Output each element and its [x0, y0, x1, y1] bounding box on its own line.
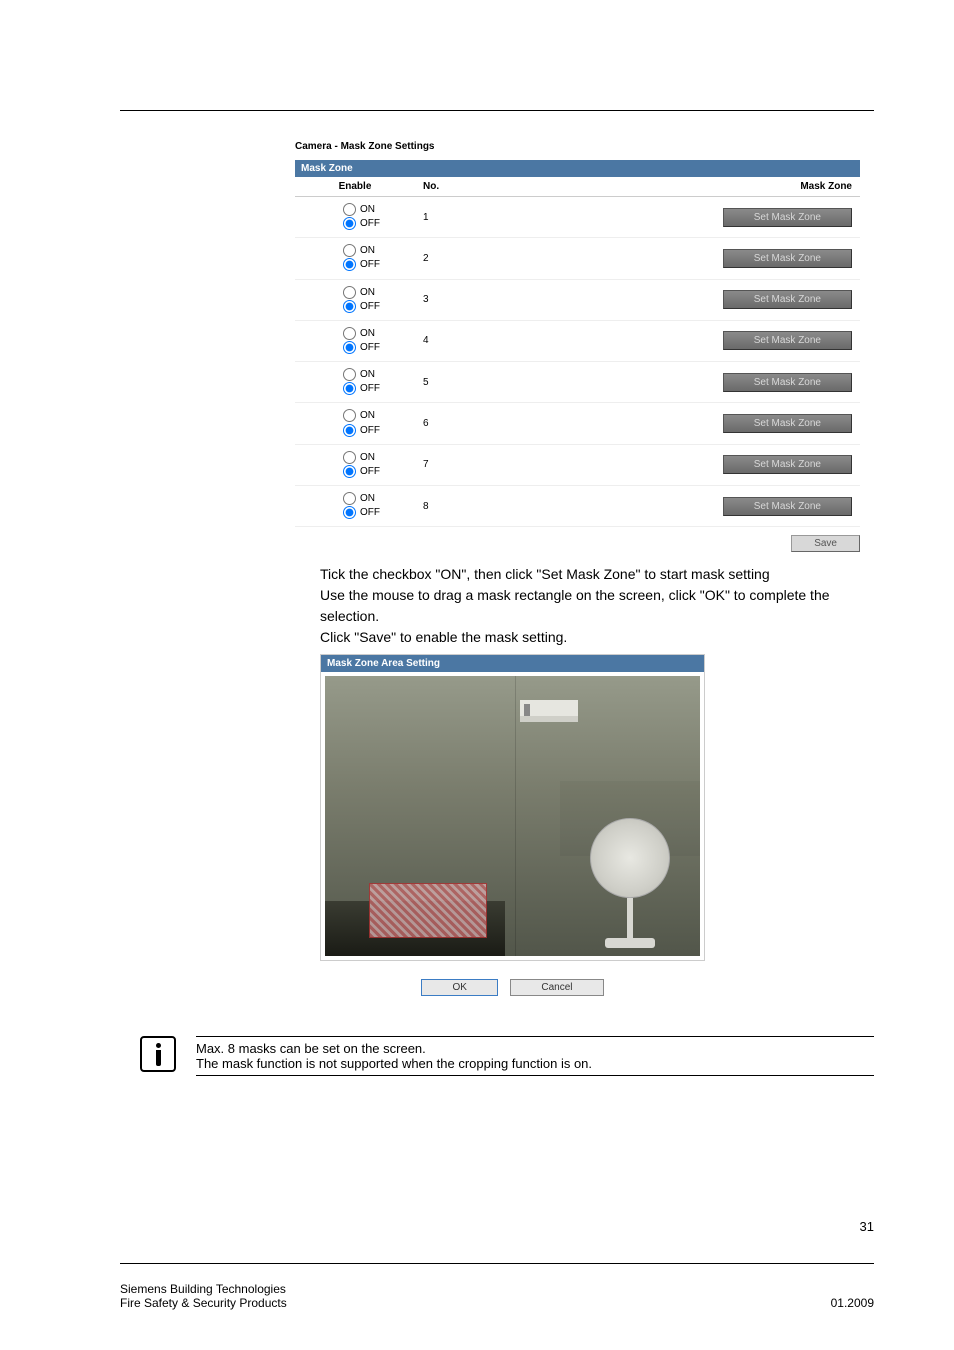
radio-on[interactable]: ON — [343, 451, 407, 465]
mask-zone-table: Enable No. Mask Zone ONOFF1Set Mask Zone… — [295, 177, 860, 527]
radio-off[interactable]: OFF — [343, 506, 407, 520]
row-number: 6 — [415, 403, 595, 444]
set-mask-zone-button[interactable]: Set Mask Zone — [723, 497, 852, 516]
table-row: ONOFF 2 Set Mask Zone — [295, 238, 860, 279]
instructions-block: Tick the checkbox "ON", then click "Set … — [320, 564, 874, 648]
header-rule — [120, 110, 874, 111]
table-row: ONOFF 1 Set Mask Zone — [295, 197, 860, 238]
table-row: ONOFF 5 Set Mask Zone — [295, 362, 860, 403]
fan — [580, 818, 680, 948]
header-enable: Enable — [295, 177, 415, 197]
radio-on[interactable]: ON — [343, 409, 407, 423]
mask-zone-settings-screenshot: Camera - Mask Zone Settings Mask Zone En… — [295, 141, 860, 552]
cancel-button[interactable]: Cancel — [510, 979, 603, 996]
radio-off[interactable]: OFF — [343, 424, 407, 438]
radio-on[interactable]: ON — [343, 368, 407, 382]
instruction-line-3: Click "Save" to enable the mask setting. — [320, 627, 874, 648]
mask-zone-area-screenshot: Mask Zone Area Setting — [320, 654, 705, 961]
radio-off[interactable]: OFF — [343, 258, 407, 272]
radio-on[interactable]: ON — [343, 244, 407, 258]
radio-on[interactable]: ON — [343, 203, 407, 217]
instruction-line-1: Tick the checkbox "ON", then click "Set … — [320, 564, 874, 585]
table-row: ONOFF 7 Set Mask Zone — [295, 444, 860, 485]
set-mask-zone-button[interactable]: Set Mask Zone — [723, 331, 852, 350]
note-block: Max. 8 masks can be set on the screen. T… — [120, 1036, 874, 1076]
save-button[interactable]: Save — [791, 535, 860, 552]
ok-button[interactable]: OK — [421, 979, 497, 996]
radio-on[interactable]: ON — [343, 327, 407, 341]
table-row: ONOFF 8 Set Mask Zone — [295, 485, 860, 526]
set-mask-zone-button[interactable]: Set Mask Zone — [723, 249, 852, 268]
header-no: No. — [415, 177, 595, 197]
set-mask-zone-button[interactable]: Set Mask Zone — [723, 290, 852, 309]
set-mask-zone-button[interactable]: Set Mask Zone — [723, 414, 852, 433]
set-mask-zone-button[interactable]: Set Mask Zone — [723, 373, 852, 392]
table-row: ONOFF 6 Set Mask Zone — [295, 403, 860, 444]
radio-off[interactable]: OFF — [343, 382, 407, 396]
row-number: 7 — [415, 444, 595, 485]
screenshot1-title: Camera - Mask Zone Settings — [295, 141, 860, 152]
row-number: 4 — [415, 320, 595, 361]
note-line-2: The mask function is not supported when … — [196, 1056, 874, 1076]
radio-on[interactable]: ON — [343, 286, 407, 300]
row-number: 3 — [415, 279, 595, 320]
header-maskzone: Mask Zone — [595, 177, 860, 197]
table-row: ONOFF 3 Set Mask Zone — [295, 279, 860, 320]
wall-corner — [515, 676, 516, 956]
row-number: 8 — [415, 485, 595, 526]
info-icon — [140, 1036, 176, 1072]
radio-on[interactable]: ON — [343, 492, 407, 506]
radio-off[interactable]: OFF — [343, 341, 407, 355]
page-footer: 31 Siemens Building Technologies Fire Sa… — [120, 1263, 874, 1310]
row-number: 5 — [415, 362, 595, 403]
table-row: ONOFF 4 Set Mask Zone — [295, 320, 860, 361]
footer-left-2: Fire Safety & Security Products — [120, 1296, 287, 1310]
note-line-1: Max. 8 masks can be set on the screen. — [196, 1041, 874, 1056]
radio-off[interactable]: OFF — [343, 300, 407, 314]
video-preview[interactable] — [325, 676, 700, 956]
set-mask-zone-button[interactable]: Set Mask Zone — [723, 208, 852, 227]
footer-left-1: Siemens Building Technologies — [120, 1282, 286, 1296]
row-number: 2 — [415, 238, 595, 279]
mask-rectangle[interactable] — [369, 883, 487, 938]
screenshot2-title: Mask Zone Area Setting — [321, 655, 704, 672]
radio-off[interactable]: OFF — [343, 465, 407, 479]
instruction-line-2: Use the mouse to drag a mask rectangle o… — [320, 585, 874, 627]
row-number: 1 — [415, 197, 595, 238]
ac-unit-lamp — [524, 704, 530, 716]
mask-zone-panel-header: Mask Zone — [295, 160, 860, 177]
set-mask-zone-button[interactable]: Set Mask Zone — [723, 455, 852, 474]
page-number: 31 — [860, 1219, 874, 1234]
radio-off[interactable]: OFF — [343, 217, 407, 231]
footer-right: 01.2009 — [831, 1296, 874, 1310]
